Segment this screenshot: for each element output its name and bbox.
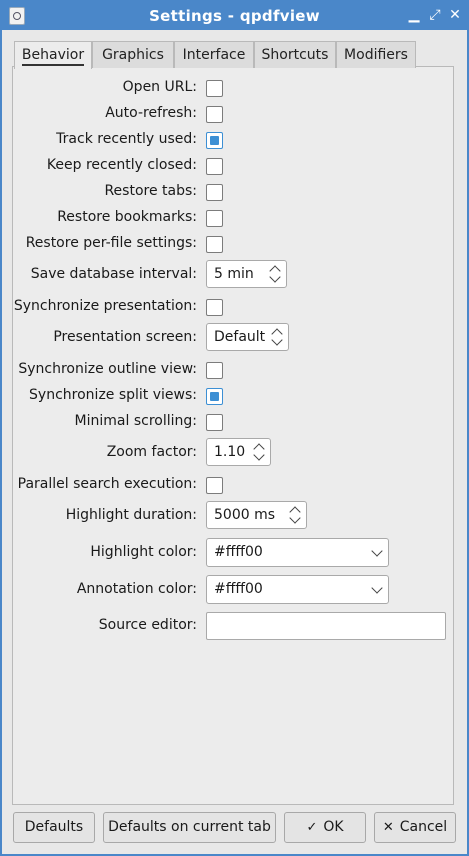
parallel-search-label: Parallel search execution: xyxy=(17,476,197,492)
sync-presentation-checkbox[interactable] xyxy=(206,299,223,316)
sync-presentation-label: Synchronize presentation: xyxy=(13,298,197,314)
sync-outline-label: Synchronize outline view: xyxy=(18,361,197,377)
track-recently-used-checkbox[interactable] xyxy=(206,132,223,149)
defaults-button[interactable]: Defaults xyxy=(13,812,95,843)
restore-bookmarks-label: Restore bookmarks: xyxy=(57,209,197,225)
spin-arrows-icon[interactable] xyxy=(269,263,283,285)
cancel-button[interactable]: ✕ Cancel xyxy=(374,812,456,843)
chevron-down-icon xyxy=(371,545,383,557)
parallel-search-checkbox[interactable] xyxy=(206,477,223,494)
restore-bookmarks-checkbox[interactable] xyxy=(206,210,223,227)
highlight-duration-spinbox[interactable]: 5000 ms xyxy=(206,501,307,529)
source-editor-label: Source editor: xyxy=(98,617,197,633)
cancel-label: Cancel xyxy=(399,819,448,835)
auto-refresh-checkbox[interactable] xyxy=(206,106,223,123)
restore-per-file-label: Restore per-file settings: xyxy=(25,235,197,251)
tab-panel xyxy=(12,66,454,805)
open-url-checkbox[interactable] xyxy=(206,80,223,97)
source-editor-input[interactable] xyxy=(206,612,446,640)
tab-behavior[interactable]: Behavior xyxy=(14,41,92,69)
restore-tabs-checkbox[interactable] xyxy=(206,184,223,201)
zoom-factor-label: Zoom factor: xyxy=(106,444,197,460)
defaults-current-tab-button[interactable]: Defaults on current tab xyxy=(103,812,276,843)
title-bar[interactable]: Settings - qpdfview ▁ ⤢ ✕ xyxy=(2,2,467,30)
spin-arrows-icon[interactable] xyxy=(271,326,285,348)
maximize-icon[interactable]: ⤢ xyxy=(426,6,444,24)
sync-outline-checkbox[interactable] xyxy=(206,362,223,379)
minimal-scrolling-checkbox[interactable] xyxy=(206,414,223,431)
save-db-interval-spinbox[interactable]: 5 min xyxy=(206,260,287,288)
annotation-color-select[interactable]: #ffff00 xyxy=(206,575,389,604)
highlight-color-select[interactable]: #ffff00 xyxy=(206,538,389,567)
window-title: Settings - qpdfview xyxy=(149,7,320,25)
minimal-scrolling-label: Minimal scrolling: xyxy=(74,413,197,429)
zoom-factor-spinbox[interactable]: 1.10 xyxy=(206,438,271,466)
restore-tabs-label: Restore tabs: xyxy=(104,183,197,199)
save-db-interval-label: Save database interval: xyxy=(30,266,197,282)
zoom-factor-value: 1.10 xyxy=(214,444,246,460)
close-icon[interactable]: ✕ xyxy=(446,6,464,24)
tab-interface[interactable]: Interface xyxy=(174,41,254,68)
track-recently-used-label: Track recently used: xyxy=(56,131,197,147)
highlight-color-label: Highlight color: xyxy=(90,544,197,560)
tab-shortcuts[interactable]: Shortcuts xyxy=(254,41,336,68)
restore-per-file-checkbox[interactable] xyxy=(206,236,223,253)
tab-graphics[interactable]: Graphics xyxy=(92,41,174,68)
auto-refresh-label: Auto-refresh: xyxy=(105,105,197,121)
sync-split-checkbox[interactable] xyxy=(206,388,223,405)
annotation-color-label: Annotation color: xyxy=(76,581,197,597)
open-url-label: Open URL: xyxy=(122,79,197,95)
spin-arrows-icon[interactable] xyxy=(289,504,303,526)
presentation-screen-label: Presentation screen: xyxy=(53,329,197,345)
keep-recently-closed-label: Keep recently closed: xyxy=(46,157,197,173)
check-icon: ✓ xyxy=(306,820,318,835)
tab-modifiers[interactable]: Modifiers xyxy=(336,41,416,68)
presentation-screen-value: Default xyxy=(214,329,266,345)
highlight-duration-label: Highlight duration: xyxy=(65,507,197,523)
ok-label: OK xyxy=(323,819,344,835)
minimize-icon[interactable]: ▁ xyxy=(405,6,423,24)
cancel-icon: ✕ xyxy=(382,820,394,835)
ok-button[interactable]: ✓ OK xyxy=(284,812,366,843)
presentation-screen-spinbox[interactable]: Default xyxy=(206,323,289,351)
highlight-duration-value: 5000 ms xyxy=(214,507,276,523)
save-db-interval-value: 5 min xyxy=(214,266,254,282)
chevron-down-icon xyxy=(371,582,383,594)
annotation-color-value: #ffff00 xyxy=(214,581,263,597)
highlight-color-value: #ffff00 xyxy=(214,544,263,560)
keep-recently-closed-checkbox[interactable] xyxy=(206,158,223,175)
spin-arrows-icon[interactable] xyxy=(253,441,267,463)
sync-split-label: Synchronize split views: xyxy=(29,387,197,403)
